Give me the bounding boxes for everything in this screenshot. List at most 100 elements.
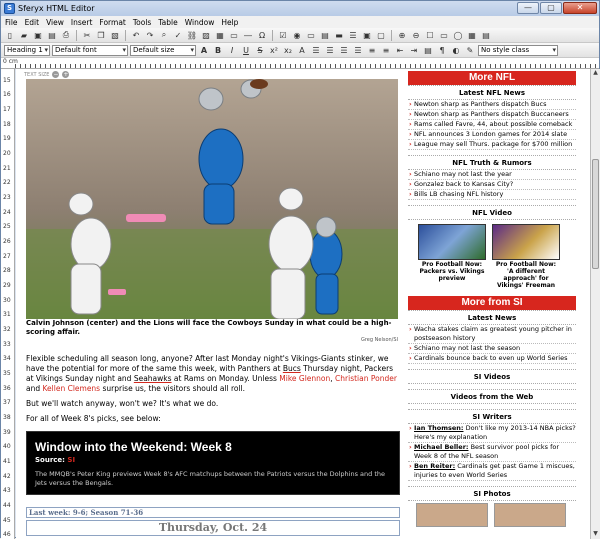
button-icon[interactable]: ▬: [333, 29, 345, 41]
cut-icon[interactable]: ✂: [81, 29, 93, 41]
mike-glennon-link[interactable]: Mike Glennon: [279, 374, 330, 383]
horizontal-ruler[interactable]: 0 cm: [1, 58, 599, 69]
paragraph-style-select[interactable]: Heading 1: [4, 44, 50, 56]
italic-icon[interactable]: I: [226, 44, 238, 56]
undo-icon[interactable]: ↶: [130, 29, 142, 41]
writer-name[interactable]: Michael Beller:: [414, 443, 469, 451]
paragraph-icon[interactable]: ¶: [436, 44, 448, 56]
list-item[interactable]: Wacha stakes claim as greatest young pit…: [408, 325, 576, 344]
save-icon[interactable]: ▣: [32, 29, 44, 41]
scroll-up-icon[interactable]: ▲: [591, 69, 600, 78]
video-caption[interactable]: Pro Football Now: 'A different approach'…: [492, 261, 560, 289]
menu-insert[interactable]: Insert: [71, 18, 93, 27]
outdent-icon[interactable]: ⇤: [394, 44, 406, 56]
list-item[interactable]: Rams called Favre, 44, about possible co…: [408, 120, 576, 130]
vertical-ruler[interactable]: 15 16 17 18 19 20 21 22 23 24 25 26 27 2…: [1, 69, 15, 539]
menu-window[interactable]: Window: [185, 18, 215, 27]
writer-name[interactable]: Ian Thomsen:: [414, 424, 464, 432]
textfield-icon[interactable]: ▭: [305, 29, 317, 41]
kellen-clemens-link[interactable]: Kellen Clemens: [43, 384, 101, 393]
link-icon[interactable]: ⛓: [186, 29, 198, 41]
text-color-icon[interactable]: A: [296, 44, 308, 56]
list-item[interactable]: Newton sharp as Panthers dispatch Buccan…: [408, 110, 576, 120]
print-preview-icon[interactable]: ▤: [46, 29, 58, 41]
title-bar[interactable]: S Sferyx HTML Editor — ▢ ✕: [1, 1, 599, 16]
list-item[interactable]: Schiano may not last the season: [408, 344, 576, 354]
photo-thumbnail[interactable]: [416, 503, 488, 527]
redo-icon[interactable]: ↷: [144, 29, 156, 41]
radio-icon[interactable]: ◉: [291, 29, 303, 41]
menu-file[interactable]: File: [5, 18, 18, 27]
maximize-button[interactable]: ▢: [540, 2, 562, 14]
superscript-icon[interactable]: x²: [268, 44, 280, 56]
checkbox-icon[interactable]: ☑: [277, 29, 289, 41]
text-size-control[interactable]: TEXT SIZE − +: [24, 71, 70, 78]
menu-view[interactable]: View: [46, 18, 64, 27]
layer-icon[interactable]: ▭: [438, 29, 450, 41]
indent-icon[interactable]: ⇥: [408, 44, 420, 56]
textarea-icon[interactable]: ▤: [319, 29, 331, 41]
form-icon[interactable]: ▭: [228, 29, 240, 41]
text-size-decrease-icon[interactable]: −: [52, 71, 60, 78]
list-item[interactable]: Newton sharp as Panthers dispatch Bucs: [408, 100, 576, 110]
list-item[interactable]: Gonzalez back to Kansas City?: [408, 180, 576, 190]
list-item[interactable]: Ben Reiter: Cardinals get past Game 1 mi…: [408, 462, 576, 481]
underline-icon[interactable]: U: [240, 44, 252, 56]
list-item[interactable]: Cardinals bounce back to even up World S…: [408, 354, 576, 364]
video-thumbnail[interactable]: [418, 224, 486, 260]
document-canvas[interactable]: TEXT SIZE − + Calvin Johnson (center) an…: [16, 69, 590, 539]
numbered-list-icon[interactable]: ≡: [380, 44, 392, 56]
photo-thumbnail[interactable]: [494, 503, 566, 527]
source-icon[interactable]: ▤: [480, 29, 492, 41]
print-icon[interactable]: ⎙: [60, 29, 72, 41]
menu-tools[interactable]: Tools: [133, 18, 151, 27]
close-button[interactable]: ✕: [563, 2, 597, 14]
copy-icon[interactable]: ❐: [95, 29, 107, 41]
spellcheck-icon[interactable]: ✓: [172, 29, 184, 41]
menu-table[interactable]: Table: [158, 18, 177, 27]
open-folder-icon[interactable]: ▰: [18, 29, 30, 41]
seahawks-link[interactable]: Seahawks: [134, 374, 172, 383]
bold-icon[interactable]: B: [212, 44, 224, 56]
subscript-icon[interactable]: x₂: [282, 44, 294, 56]
list-item[interactable]: NFL announces 3 London games for 2014 sl…: [408, 130, 576, 140]
image-icon[interactable]: ▨: [200, 29, 212, 41]
writer-name[interactable]: Ben Reiter:: [414, 462, 455, 470]
list-item[interactable]: Michael Beller: Best survivor pool picks…: [408, 443, 576, 462]
find-icon[interactable]: ⌕: [158, 29, 170, 41]
list-item[interactable]: Schiano may not last the year: [408, 170, 576, 180]
block-icon[interactable]: ▤: [422, 44, 434, 56]
video-embed[interactable]: Window into the Weekend: Week 8 Source: …: [26, 431, 400, 495]
christian-ponder-link[interactable]: Christian Ponder: [335, 374, 397, 383]
palette-icon[interactable]: ◐: [450, 44, 462, 56]
video-item[interactable]: Pro Football Now: 'A different approach'…: [492, 224, 560, 289]
justify-icon[interactable]: ☰: [352, 44, 364, 56]
video-item[interactable]: Pro Football Now: Packers vs. Vikings pr…: [418, 224, 486, 289]
bullet-list-icon[interactable]: ≡: [366, 44, 378, 56]
hidden-field-icon[interactable]: ▢: [375, 29, 387, 41]
special-char-icon[interactable]: Ω: [256, 29, 268, 41]
list-item[interactable]: League may sell Thurs. package for $700 …: [408, 140, 576, 150]
style-class-select[interactable]: No style class: [478, 44, 558, 56]
text-size-increase-icon[interactable]: +: [62, 71, 70, 78]
scrollbar-thumb[interactable]: [592, 159, 599, 269]
source-link[interactable]: SI: [67, 456, 75, 464]
image-button-icon[interactable]: ▣: [361, 29, 373, 41]
list-item[interactable]: Bills LB chasing NFL history: [408, 190, 576, 200]
video-caption[interactable]: Pro Football Now: Packers vs. Vikings pr…: [418, 261, 486, 282]
horizontal-rule-icon[interactable]: ―: [242, 29, 254, 41]
table-icon[interactable]: ▦: [214, 29, 226, 41]
menu-format[interactable]: Format: [99, 18, 125, 27]
zoom-in-icon[interactable]: ⊕: [396, 29, 408, 41]
highlight-icon[interactable]: ✎: [464, 44, 476, 56]
video-thumbnail[interactable]: [492, 224, 560, 260]
zoom-out-icon[interactable]: ⊖: [410, 29, 422, 41]
menu-edit[interactable]: Edit: [25, 18, 40, 27]
align-center-icon[interactable]: ☰: [324, 44, 336, 56]
circle-icon[interactable]: ◯: [452, 29, 464, 41]
align-left-icon[interactable]: ☰: [310, 44, 322, 56]
font-size-select[interactable]: Default size: [130, 44, 196, 56]
minimize-button[interactable]: —: [517, 2, 539, 14]
strikethrough-icon[interactable]: S: [254, 44, 266, 56]
new-document-icon[interactable]: ▯: [4, 29, 16, 41]
